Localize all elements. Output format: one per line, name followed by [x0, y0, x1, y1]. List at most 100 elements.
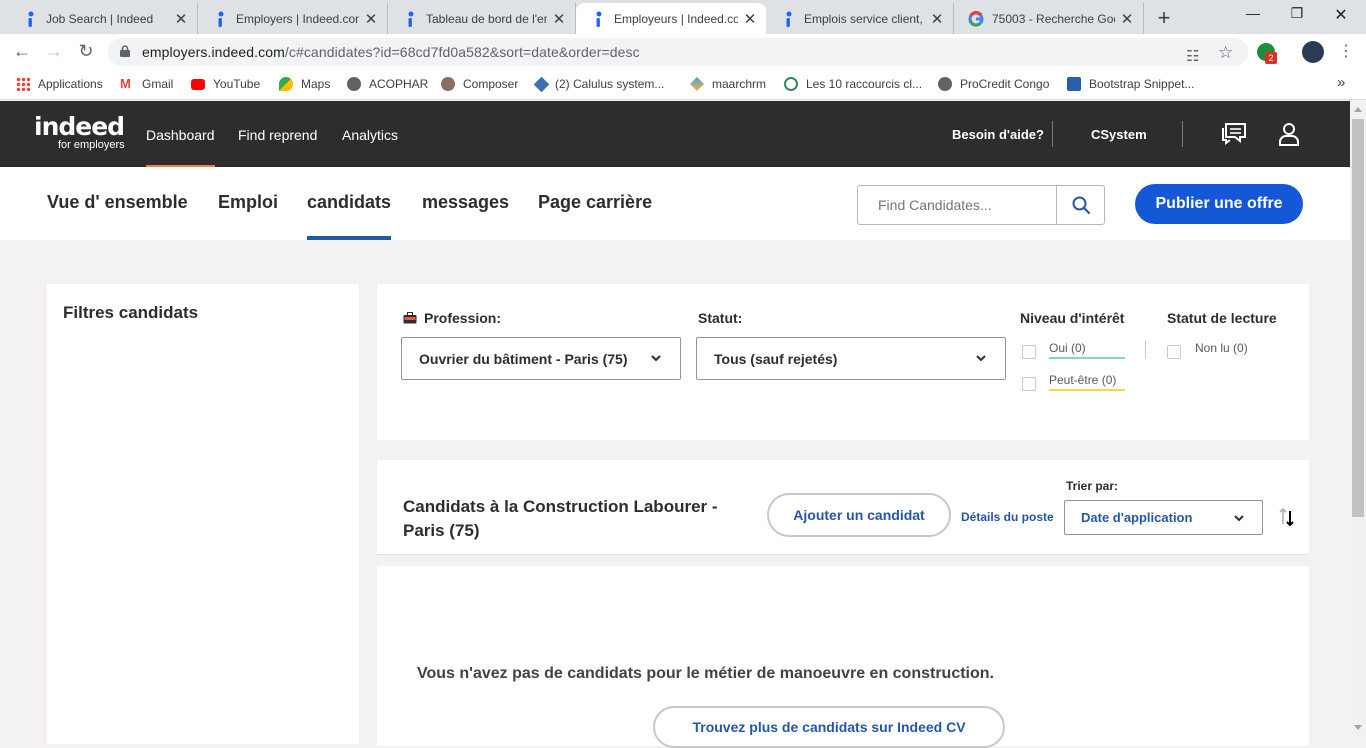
new-tab-icon[interactable]: + [1152, 5, 1176, 31]
bookmark-applications[interactable]: Applications [16, 77, 103, 91]
chrome-menu-icon[interactable]: ⋮ [1334, 41, 1358, 61]
bookmark-star-icon[interactable]: ☆ [1218, 43, 1233, 63]
close-tab-icon[interactable]: ✕ [742, 10, 758, 28]
page-scrollbar[interactable] [1350, 101, 1366, 736]
bookmarks-bar: Applications M Gmail YouTube Maps ACOPHAR… [0, 70, 1366, 100]
browser-tab[interactable]: Job Search | Indeed ✕ [8, 3, 198, 34]
sort-value: Date d'application [1081, 510, 1193, 525]
header-divider [1052, 121, 1053, 147]
tab-vue-ensemble[interactable]: Vue d' ensemble [47, 192, 188, 213]
close-tab-icon[interactable]: ✕ [363, 10, 379, 28]
tab-title: Emplois service client, emploi [804, 11, 925, 26]
indeed-icon [590, 11, 606, 27]
user-profile-icon[interactable] [1278, 122, 1300, 146]
filters-panel-title: Filtres candidats [63, 303, 199, 322]
browser-tab[interactable]: Tableau de bord de l'employeur ✕ [388, 3, 576, 34]
translate-icon[interactable]: ☷ [1186, 47, 1199, 65]
bookmark-composer[interactable]: Composer [441, 77, 518, 91]
profession-select[interactable]: Ouvrier du bâtiment - Paris (75) [401, 337, 681, 380]
nav-analytics[interactable]: Analytics [342, 127, 398, 143]
help-link[interactable]: Besoin d'aide? [952, 127, 1044, 142]
sort-order-icon[interactable] [1279, 506, 1295, 528]
bookmarks-more-icon[interactable]: » [1337, 74, 1345, 91]
bookmark-maarchrm[interactable]: maarchrm [690, 77, 766, 91]
interest-maybe-checkbox[interactable] [1022, 377, 1036, 391]
account-name[interactable]: CSystem [1091, 127, 1147, 142]
find-more-candidates-button[interactable]: Trouvez plus de candidats sur Indeed CV [653, 706, 1005, 748]
profession-value: Ouvrier du bâtiment - Paris (75) [419, 351, 628, 367]
close-tab-icon[interactable]: ✕ [551, 10, 567, 28]
search-button[interactable] [1056, 186, 1104, 224]
gmail-icon: M [120, 76, 131, 91]
close-tab-icon[interactable]: ✕ [173, 10, 189, 28]
candidates-list-header: Candidats à la Construction Labourer - P… [377, 460, 1309, 555]
browser-tab-active[interactable]: Employeurs | Indeed.com ✕ [576, 3, 766, 34]
tab-title: Job Search | Indeed [46, 11, 154, 26]
tab-title: Employeurs | Indeed.com [614, 11, 738, 26]
tab-candidats[interactable]: candidats [307, 192, 391, 213]
browser-tab[interactable]: Emplois service client, emploi ✕ [766, 3, 954, 34]
maximize-icon[interactable]: ❐ [1282, 5, 1312, 22]
header-divider [1182, 121, 1183, 147]
interest-yes-checkbox[interactable] [1022, 345, 1036, 359]
maps-icon [279, 77, 293, 91]
tab-page-carriere[interactable]: Page carrière [538, 192, 652, 213]
tab-title: 75003 - Recherche Google [992, 11, 1115, 26]
unread-label: Non lu (0) [1195, 341, 1248, 355]
nav-dashboard[interactable]: Dashboard [146, 127, 215, 143]
browser-tab[interactable]: 75003 - Recherche Google ✕ [954, 3, 1144, 34]
chevron-down-icon [651, 355, 661, 362]
candidates-empty-state: Vous n'avez pas de candidats pour le mét… [377, 566, 1309, 748]
bookmark-calulus[interactable]: (2) Calulus system... [533, 76, 665, 92]
interest-yes-label: Oui (0) [1049, 341, 1125, 359]
messages-icon[interactable] [1221, 122, 1247, 146]
tab-emploi[interactable]: Emploi [218, 192, 278, 213]
chevron-down-icon [1234, 515, 1244, 522]
close-tab-icon[interactable]: ✕ [1119, 10, 1135, 28]
bookmark-procredit[interactable]: ProCredit Congo [938, 77, 1049, 91]
browser-tab[interactable]: Employers | Indeed.com ✕ [198, 3, 388, 34]
bookmark-bootstrap[interactable]: Bootstrap Snippet... [1067, 77, 1194, 91]
scroll-up-icon[interactable] [1354, 107, 1362, 112]
search-icon [1072, 196, 1090, 214]
filter-bar: Profession: Ouvrier du bâtiment - Paris … [377, 284, 1309, 440]
nav-find-reprend[interactable]: Find reprend [238, 127, 317, 143]
logo-subtitle: for employers [58, 139, 125, 151]
forward-icon[interactable]: → [42, 41, 66, 62]
sort-select[interactable]: Date d'application [1064, 500, 1263, 535]
status-label: Statut: [698, 310, 743, 326]
scroll-down-icon[interactable] [1354, 725, 1362, 730]
bookmark-raccourcis[interactable]: Les 10 raccourcis cl... [784, 77, 922, 91]
bookmark-label: Les 10 raccourcis cl... [806, 77, 923, 91]
extension-icon[interactable]: 2 [1257, 43, 1277, 64]
job-details-link[interactable]: Détails du poste [961, 510, 1054, 524]
minimize-icon[interactable]: — [1238, 5, 1268, 21]
profession-label: Profession: [403, 310, 501, 326]
bookmark-acophar[interactable]: ACOPHAR [347, 77, 428, 91]
status-value: Tous (sauf rejetés) [714, 351, 838, 367]
candidate-search-input[interactable] [858, 186, 1056, 224]
reload-icon[interactable]: ↻ [74, 41, 98, 62]
bookmark-label: (2) Calulus system... [555, 77, 665, 91]
bookmark-maps[interactable]: Maps [279, 77, 330, 91]
publish-job-button[interactable]: Publier une offre [1135, 184, 1303, 224]
bookmark-youtube[interactable]: YouTube [191, 77, 260, 91]
read-status-label: Statut de lecture [1167, 310, 1277, 326]
bookmark-gmail[interactable]: M Gmail [120, 76, 173, 92]
candidates-list-title: Candidats à la Construction Labourer - P… [403, 497, 718, 540]
tab-messages[interactable]: messages [422, 192, 509, 213]
close-tab-icon[interactable]: ✕ [929, 10, 945, 28]
profile-avatar[interactable] [1302, 41, 1324, 63]
back-icon[interactable]: ← [10, 41, 34, 62]
unread-checkbox[interactable] [1167, 345, 1181, 359]
candidate-search [857, 185, 1105, 225]
address-bar[interactable]: employers.indeed.com/c#candidates?id=68c… [108, 38, 1248, 66]
window-close-icon[interactable]: ✕ [1326, 5, 1356, 25]
filter-divider [1145, 341, 1146, 359]
scrollbar-thumb[interactable] [1352, 119, 1364, 517]
add-candidate-button[interactable]: Ajouter un candidat [767, 493, 951, 537]
indeed-icon [22, 11, 38, 27]
maarchrm-icon [690, 77, 704, 91]
status-select[interactable]: Tous (sauf rejetés) [696, 337, 1006, 380]
indeed-logo[interactable]: indeed for employers [34, 113, 125, 152]
